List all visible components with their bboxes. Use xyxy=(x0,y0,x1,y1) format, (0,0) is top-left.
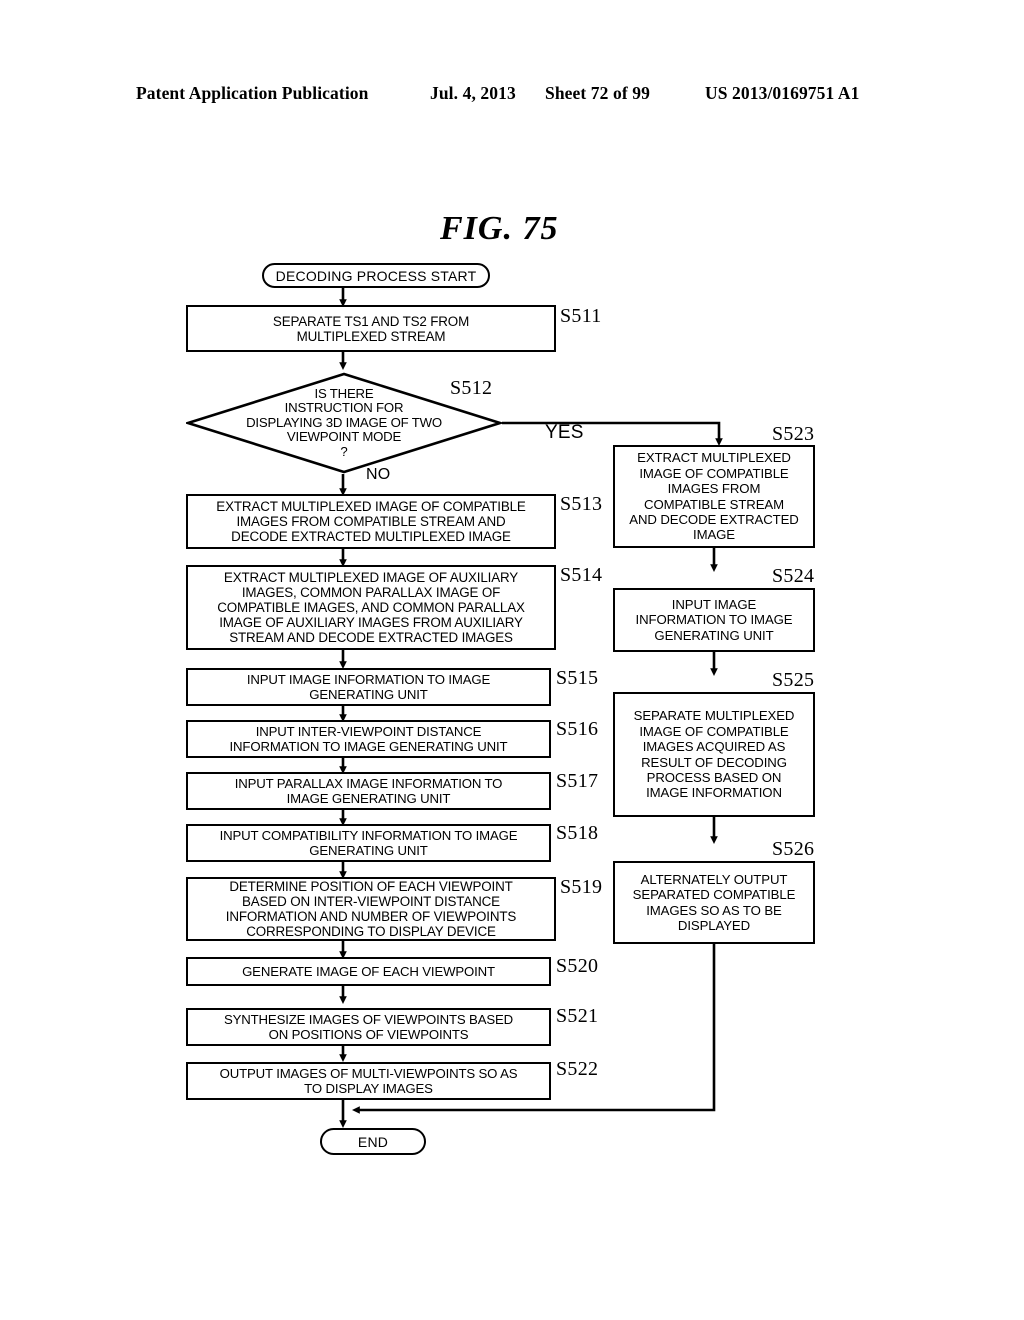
branch-label-yes: YES xyxy=(545,422,584,443)
terminator-end[interactable]: END xyxy=(320,1128,426,1155)
step-ref-s516: S516 xyxy=(556,718,599,740)
process-box-s519-text: DETERMINE POSITION OF EACH VIEWPOINT BAS… xyxy=(225,879,517,939)
step-ref-s514: S514 xyxy=(560,564,603,586)
step-ref-s520: S520 xyxy=(556,955,599,977)
process-box-s526-text: ALTERNATELY OUTPUT SEPARATED COMPATIBLE … xyxy=(632,871,796,933)
terminator-start[interactable]: DECODING PROCESS START xyxy=(262,263,490,288)
process-box-s516-text: INPUT INTER-VIEWPOINT DISTANCE INFORMATI… xyxy=(229,723,508,754)
terminator-end-label: END xyxy=(357,1133,389,1150)
process-box-s517[interactable]: INPUT PARALLAX IMAGE INFORMATION TO IMAG… xyxy=(186,772,551,810)
step-ref-s511: S511 xyxy=(560,305,602,327)
step-ref-s524: S524 xyxy=(772,565,815,587)
branch-label-no: NO xyxy=(366,466,391,483)
terminator-start-label: DECODING PROCESS START xyxy=(275,267,477,284)
process-box-s523-text: EXTRACT MULTIPLEXED IMAGE OF COMPATIBLE … xyxy=(629,450,799,543)
process-box-s511[interactable]: SEPARATE TS1 AND TS2 FROM MULTIPLEXED ST… xyxy=(186,305,556,352)
step-ref-s521: S521 xyxy=(556,1005,599,1027)
step-ref-s515: S515 xyxy=(556,667,599,689)
process-box-s514-text: EXTRACT MULTIPLEXED IMAGE OF AUXILIARY I… xyxy=(217,570,525,645)
process-box-s513[interactable]: EXTRACT MULTIPLEXED IMAGE OF COMPATIBLE … xyxy=(186,494,556,549)
process-box-s526[interactable]: ALTERNATELY OUTPUT SEPARATED COMPATIBLE … xyxy=(613,861,815,944)
process-box-s525[interactable]: SEPARATE MULTIPLEXED IMAGE OF COMPATIBLE… xyxy=(613,692,815,817)
process-box-s524[interactable]: INPUT IMAGE INFORMATION TO IMAGE GENERAT… xyxy=(613,588,815,652)
step-ref-s513: S513 xyxy=(560,493,603,515)
step-ref-s519: S519 xyxy=(560,876,603,898)
process-box-s524-text: INPUT IMAGE INFORMATION TO IMAGE GENERAT… xyxy=(635,596,793,643)
process-box-s518-text: INPUT COMPATIBILITY INFORMATION TO IMAGE… xyxy=(219,827,518,858)
process-box-s520-text: GENERATE IMAGE OF EACH VIEWPOINT xyxy=(242,963,495,979)
step-ref-s523: S523 xyxy=(772,423,815,445)
process-box-s522[interactable]: OUTPUT IMAGES OF MULTI-VIEWPOINTS SO AS … xyxy=(186,1062,551,1100)
process-box-s522-text: OUTPUT IMAGES OF MULTI-VIEWPOINTS SO AS … xyxy=(219,1065,518,1096)
process-box-s519[interactable]: DETERMINE POSITION OF EACH VIEWPOINT BAS… xyxy=(186,877,556,941)
step-ref-s517: S517 xyxy=(556,770,599,792)
step-ref-s512: S512 xyxy=(450,377,493,399)
flowchart-diagram: DECODING PROCESS START SEPARATE TS1 AND … xyxy=(0,0,1024,1320)
process-box-s517-text: INPUT PARALLAX IMAGE INFORMATION TO IMAG… xyxy=(234,775,503,806)
process-box-s513-text: EXTRACT MULTIPLEXED IMAGE OF COMPATIBLE … xyxy=(216,499,526,544)
process-box-s514[interactable]: EXTRACT MULTIPLEXED IMAGE OF AUXILIARY I… xyxy=(186,565,556,650)
process-box-s520[interactable]: GENERATE IMAGE OF EACH VIEWPOINT xyxy=(186,957,551,986)
step-ref-s525: S525 xyxy=(772,669,815,691)
process-box-s523[interactable]: EXTRACT MULTIPLEXED IMAGE OF COMPATIBLE … xyxy=(613,445,815,548)
process-box-s521-text: SYNTHESIZE IMAGES OF VIEWPOINTS BASED ON… xyxy=(223,1011,514,1042)
process-box-s515[interactable]: INPUT IMAGE INFORMATION TO IMAGE GENERAT… xyxy=(186,668,551,706)
process-box-s511-text: SEPARATE TS1 AND TS2 FROM MULTIPLEXED ST… xyxy=(272,313,470,344)
process-box-s525-text: SEPARATE MULTIPLEXED IMAGE OF COMPATIBLE… xyxy=(633,708,795,801)
process-box-s521[interactable]: SYNTHESIZE IMAGES OF VIEWPOINTS BASED ON… xyxy=(186,1008,551,1046)
flowchart-connectors xyxy=(339,288,723,1129)
step-ref-s518: S518 xyxy=(556,822,599,844)
step-ref-s526: S526 xyxy=(772,838,815,860)
process-box-s518[interactable]: INPUT COMPATIBILITY INFORMATION TO IMAGE… xyxy=(186,824,551,862)
process-box-s516[interactable]: INPUT INTER-VIEWPOINT DISTANCE INFORMATI… xyxy=(186,720,551,758)
process-box-s515-text: INPUT IMAGE INFORMATION TO IMAGE GENERAT… xyxy=(246,671,491,702)
step-ref-s522: S522 xyxy=(556,1058,599,1080)
